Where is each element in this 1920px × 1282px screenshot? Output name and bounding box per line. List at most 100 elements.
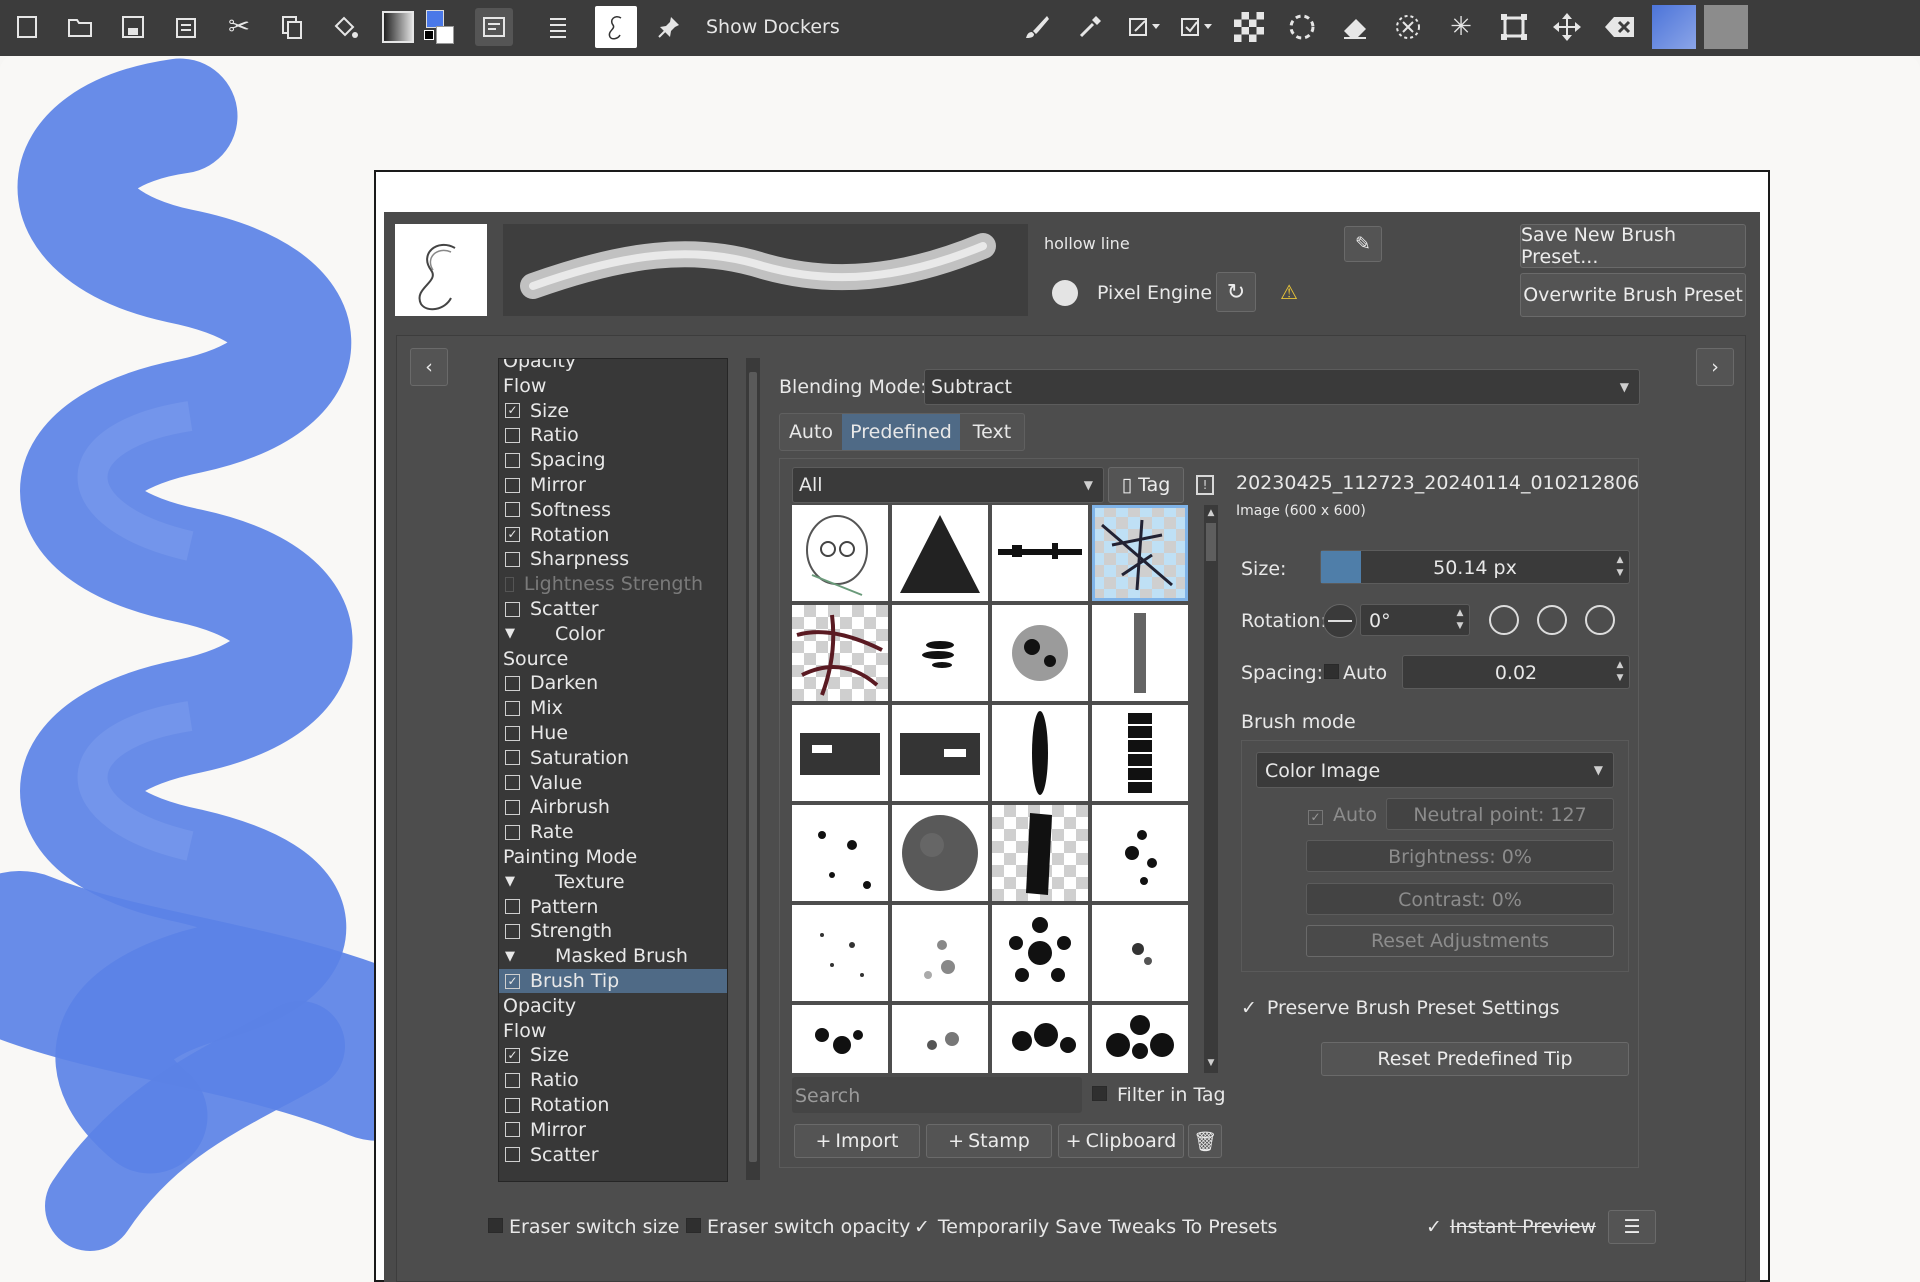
option-item[interactable]: Pattern xyxy=(503,895,703,919)
tip-thumbnail[interactable] xyxy=(792,905,888,1001)
reset-predefined-tip-button[interactable]: Reset Predefined Tip xyxy=(1321,1042,1629,1076)
checkbox-icon[interactable]: ✓ xyxy=(505,973,520,989)
overwrite-preset-button[interactable]: Overwrite Brush Preset xyxy=(1520,273,1746,317)
checkbox-icon[interactable] xyxy=(505,1072,520,1088)
spin-down-icon[interactable]: ▼ xyxy=(1613,567,1627,579)
tip-thumbnail[interactable] xyxy=(792,1005,888,1073)
option-item[interactable]: Lightness Strength xyxy=(503,572,703,596)
checkbox-icon[interactable] xyxy=(505,725,520,741)
tip-thumbnail[interactable] xyxy=(892,805,988,901)
brush-mode-select[interactable]: Color Image ▼ xyxy=(1256,752,1614,788)
checkbox-icon[interactable] xyxy=(505,452,520,468)
checkbox-icon[interactable]: ✓ xyxy=(505,527,520,543)
current-brush-icon[interactable] xyxy=(595,6,637,48)
eraser-switch-size-checkbox[interactable]: Eraser switch size xyxy=(486,1216,679,1238)
tip-thumbnail[interactable] xyxy=(992,805,1088,901)
checkbox-icon[interactable] xyxy=(505,1097,520,1113)
move-icon[interactable] xyxy=(1548,8,1586,46)
tip-thumbnail[interactable] xyxy=(892,705,988,801)
checkbox-icon[interactable]: ✓ xyxy=(505,1047,520,1063)
neutral-auto-checkbox[interactable]: ✓ Auto xyxy=(1306,804,1377,826)
show-dockers-label[interactable]: Show Dockers xyxy=(706,16,840,38)
option-item[interactable]: Darken xyxy=(503,671,703,695)
checkbox-icon[interactable] xyxy=(505,799,520,815)
delete-tip-button[interactable]: 🗑 xyxy=(1188,1124,1222,1158)
tab-predefined[interactable]: Predefined xyxy=(842,414,960,450)
rotation-dial[interactable] xyxy=(1323,604,1357,638)
tip-thumbnail[interactable] xyxy=(992,705,1088,801)
checkbox-icon[interactable] xyxy=(505,502,520,518)
preserve-alpha-icon[interactable] xyxy=(1389,8,1427,46)
option-item[interactable]: Hue xyxy=(503,721,703,745)
filter-in-tag-checkbox[interactable]: Filter in Tag xyxy=(1090,1084,1226,1106)
eyedropper-icon[interactable] xyxy=(1071,8,1109,46)
checkbox-icon[interactable] xyxy=(505,601,520,617)
tip-thumbnail[interactable] xyxy=(792,505,888,601)
collapse-right-button[interactable]: › xyxy=(1696,348,1734,386)
background-pattern-icon[interactable] xyxy=(1704,5,1748,49)
spin-down-icon[interactable]: ▼ xyxy=(1613,672,1627,684)
option-item[interactable]: Strength xyxy=(503,919,703,943)
rotation-preset-icon[interactable] xyxy=(1585,605,1615,635)
option-item[interactable]: Ratio xyxy=(503,423,703,447)
save-icon[interactable] xyxy=(114,8,152,46)
checkbox-icon[interactable] xyxy=(505,427,520,443)
tab-text[interactable]: Text xyxy=(960,414,1024,450)
tip-thumbnail[interactable] xyxy=(792,705,888,801)
expand-arrow-icon[interactable]: ▼ xyxy=(505,949,515,964)
checkbox-icon[interactable] xyxy=(505,899,520,915)
new-document-icon[interactable] xyxy=(8,8,46,46)
option-item[interactable]: Sharpness xyxy=(503,547,703,571)
spin-up-icon[interactable]: ▲ xyxy=(1453,607,1467,619)
contrast-slider[interactable]: Contrast: 0% xyxy=(1306,883,1614,915)
scroll-down-icon[interactable]: ▼ xyxy=(1204,1057,1218,1069)
preserve-settings-checkbox[interactable]: ✓ Preserve Brush Preset Settings xyxy=(1241,997,1560,1019)
tip-thumbnail[interactable] xyxy=(892,1005,988,1073)
crop-icon[interactable] xyxy=(1495,8,1533,46)
tag-button[interactable]: ▯ Tag xyxy=(1108,467,1184,503)
spacing-slider[interactable]: 0.02 ▲ ▼ xyxy=(1402,655,1630,689)
gradient-icon[interactable] xyxy=(379,8,417,46)
edit-mode-icon[interactable] xyxy=(1176,8,1218,46)
foreground-pattern-icon[interactable] xyxy=(1652,5,1696,49)
size-slider[interactable]: 50.14 px ▲ ▼ xyxy=(1320,550,1630,584)
copy-icon[interactable] xyxy=(273,8,311,46)
spin-up-icon[interactable]: ▲ xyxy=(1613,554,1627,566)
spin-down-icon[interactable]: ▼ xyxy=(1453,620,1467,632)
option-item[interactable]: ▼ Texture xyxy=(503,870,703,894)
temp-save-tweaks-checkbox[interactable]: ✓ Temporarily Save Tweaks To Presets xyxy=(914,1216,1277,1238)
tip-thumbnail[interactable] xyxy=(792,605,888,701)
option-item[interactable]: Opacity xyxy=(503,994,703,1018)
option-item[interactable]: Opacity xyxy=(503,359,703,373)
brush-editor-icon[interactable] xyxy=(475,8,513,46)
preset-thumbnail[interactable] xyxy=(395,224,487,316)
tip-thumbnail[interactable] xyxy=(1092,1005,1188,1073)
checkbox-icon[interactable] xyxy=(505,675,520,691)
scroll-up-icon[interactable]: ▲ xyxy=(1204,507,1218,519)
option-item[interactable]: Softness xyxy=(503,498,703,522)
open-folder-icon[interactable] xyxy=(61,8,99,46)
option-item[interactable]: Ratio xyxy=(503,1068,703,1092)
option-item[interactable]: ✓ Rotation xyxy=(503,523,703,547)
option-item[interactable]: Saturation xyxy=(503,746,703,770)
rename-preset-button[interactable]: ✎ xyxy=(1344,226,1382,262)
option-item[interactable]: Rate xyxy=(503,820,703,844)
checkbox-icon[interactable] xyxy=(505,775,520,791)
color-swap-icon[interactable] xyxy=(424,8,454,46)
expand-arrow-icon[interactable]: ▼ xyxy=(505,626,515,641)
paintop-options-list[interactable]: Opacity Flow ✓ Size Ratio Spacing Mirror Softne… xyxy=(498,358,728,1182)
checkbox-icon[interactable] xyxy=(505,1147,520,1163)
tip-thumbnail[interactable] xyxy=(1092,905,1188,1001)
tip-thumbnail[interactable] xyxy=(992,1005,1088,1073)
option-item[interactable]: ▼ Color xyxy=(503,622,703,646)
reload-engine-button[interactable]: ↻ xyxy=(1216,272,1256,312)
expand-arrow-icon[interactable]: ▼ xyxy=(505,874,515,889)
neutral-point-slider[interactable]: Neutral point: 127 xyxy=(1386,798,1614,830)
option-item[interactable]: Source xyxy=(503,647,703,671)
wrap-around-icon[interactable]: ✳ xyxy=(1442,8,1480,46)
collapse-left-button[interactable]: ‹ xyxy=(410,348,448,386)
checkbox-icon[interactable] xyxy=(505,551,520,567)
cut-icon[interactable]: ✂ xyxy=(220,8,258,46)
option-item[interactable]: Mix xyxy=(503,696,703,720)
eraser-icon[interactable] xyxy=(1336,8,1374,46)
